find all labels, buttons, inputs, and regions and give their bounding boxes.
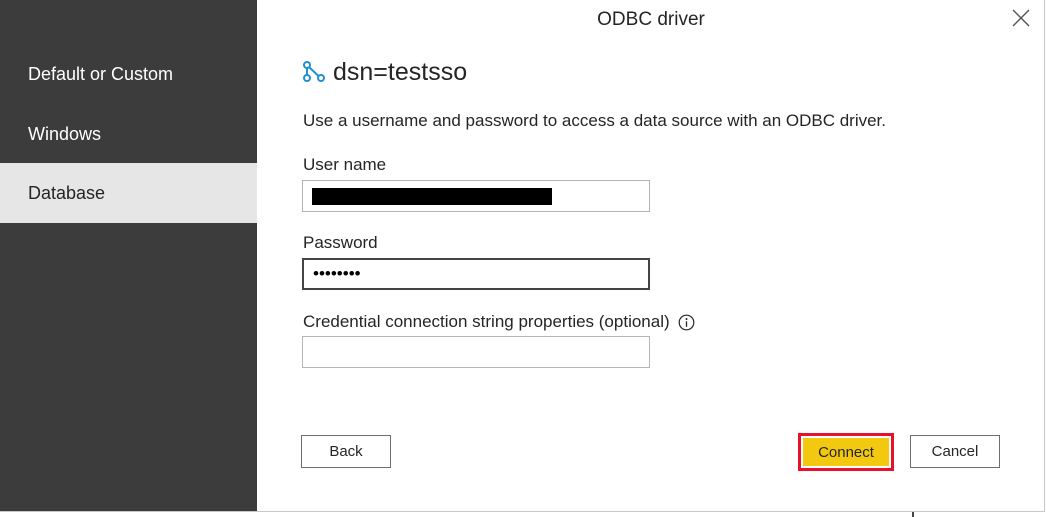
- info-icon[interactable]: [678, 314, 695, 331]
- redacted-value: [312, 188, 552, 205]
- auth-sidebar: Default or Custom Windows Database: [0, 0, 257, 511]
- close-icon: [1012, 9, 1030, 27]
- connection-icon: [303, 61, 325, 82]
- odbc-dialog: Default or Custom Windows Database ODBC …: [0, 0, 1045, 512]
- back-button[interactable]: Back: [301, 435, 391, 468]
- data-source-heading: dsn=testsso: [302, 56, 467, 88]
- password-label: Password: [303, 233, 378, 252]
- divider: [912, 512, 914, 517]
- connect-button[interactable]: Connect: [803, 438, 889, 466]
- sidebar-item-windows[interactable]: Windows: [0, 104, 257, 164]
- credential-props-label: Credential connection string properties …: [303, 312, 695, 332]
- password-mask: ••••••••: [313, 264, 361, 283]
- credential-props-field[interactable]: [302, 336, 650, 368]
- sidebar-item-label: Windows: [28, 123, 102, 144]
- dialog-title: ODBC driver: [597, 9, 705, 30]
- credential-props-label-text: Credential connection string properties …: [303, 312, 670, 331]
- close-button[interactable]: [1010, 7, 1032, 29]
- sidebar-item-label: Default or Custom: [28, 63, 174, 84]
- sidebar-item-label: Database: [28, 182, 106, 203]
- sidebar-item-default-or-custom[interactable]: Default or Custom: [0, 44, 257, 104]
- dsn-name: dsn=testsso: [333, 57, 468, 86]
- username-label: User name: [303, 155, 387, 174]
- description-text: Use a username and password to access a …: [303, 111, 887, 130]
- username-field[interactable]: [302, 180, 650, 212]
- cancel-button[interactable]: Cancel: [910, 435, 1000, 468]
- connect-highlight: Connect: [798, 433, 894, 471]
- password-field[interactable]: ••••••••: [302, 258, 650, 290]
- sidebar-item-database[interactable]: Database: [0, 163, 257, 223]
